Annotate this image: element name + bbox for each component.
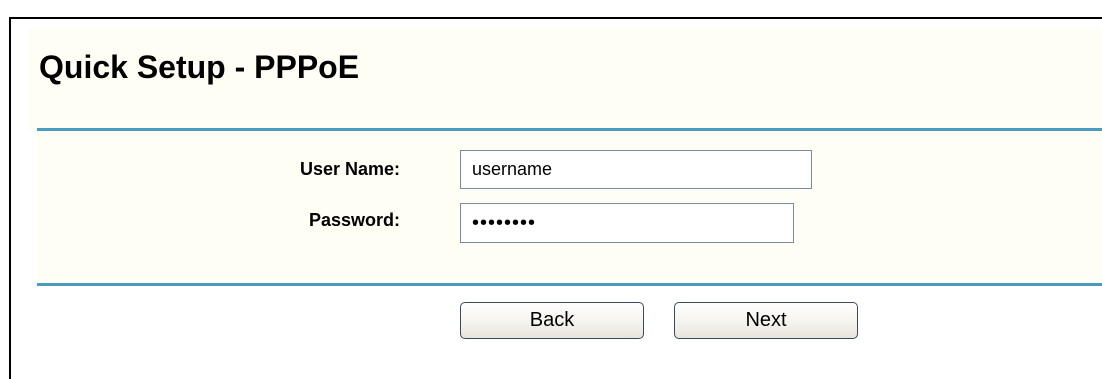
- user-name-input[interactable]: [460, 150, 812, 189]
- next-button[interactable]: Next: [674, 302, 858, 339]
- bottom-divider: [37, 283, 1102, 286]
- password-label: Password:: [308, 210, 400, 230]
- page-title: Quick Setup - PPPoE: [39, 49, 360, 85]
- back-button[interactable]: Back: [460, 302, 644, 339]
- password-input[interactable]: [460, 203, 794, 243]
- user-name-label: User Name:: [299, 159, 400, 179]
